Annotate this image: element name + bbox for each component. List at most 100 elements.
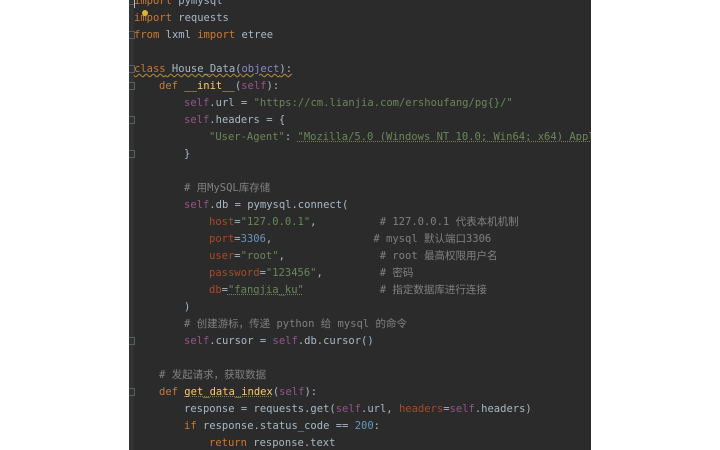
code-token: # 密码	[379, 267, 414, 279]
code-token: ):	[279, 63, 293, 75]
code-token: :	[373, 420, 380, 432]
code-token: :	[284, 131, 298, 143]
code-token: # 发起请求，获取数据	[159, 369, 267, 381]
code-token: 200	[354, 420, 374, 432]
code-text: self.headers = {	[184, 112, 285, 129]
code-token: .url =	[209, 97, 254, 109]
fold-marker-icon[interactable]	[129, 82, 135, 90]
code-line[interactable]	[129, 350, 591, 367]
code-token: "root"	[240, 250, 279, 262]
code-line[interactable]: class House_Data(object):	[129, 61, 591, 78]
code-token: headers	[398, 403, 444, 415]
code-token: .headers = {	[209, 114, 286, 126]
code-token: .cursor =	[209, 335, 273, 347]
code-line[interactable]: # 用MySQL库存储	[129, 180, 591, 197]
code-token: # root 最高权限用户名	[379, 250, 498, 262]
code-line[interactable]: import requests	[129, 10, 591, 27]
code-token: self	[184, 199, 210, 211]
code-line[interactable]: if response.status_code == 200:	[129, 418, 591, 435]
code-token: def	[159, 80, 185, 92]
code-token: )	[184, 301, 191, 313]
code-text: self.url = "https://cm.lianjia.com/ersho…	[184, 95, 513, 112]
code-line[interactable]: password="123456", # 密码	[129, 265, 591, 282]
code-text: db="fangjia_ku" # 指定数据库进行连接	[209, 282, 487, 299]
code-text: port=3306, # mysql 默认端口3306	[209, 231, 491, 248]
code-editor[interactable]: import pymysql import requests from lxml i…	[129, 0, 591, 450]
code-line[interactable]: }	[129, 146, 591, 163]
code-token: self	[449, 403, 475, 415]
code-token: self	[241, 80, 267, 92]
code-line[interactable]: from lxml import etree	[129, 27, 591, 44]
code-token: lxml	[159, 29, 198, 41]
code-token: self	[184, 97, 210, 109]
code-line[interactable]: host="127.0.0.1", # 127.0.0.1 代表本机机制	[129, 214, 591, 231]
code-line[interactable]: port=3306, # mysql 默认端口3306	[129, 231, 591, 248]
code-line[interactable]: db="fangjia_ku" # 指定数据库进行连接	[129, 282, 591, 299]
lightbulb-icon[interactable]	[142, 10, 148, 16]
code-text: password="123456", # 密码	[209, 265, 413, 282]
code-token: self	[272, 335, 298, 347]
code-token: "fangjia_ku"	[227, 284, 304, 296]
code-line[interactable]: return response.text	[129, 435, 591, 450]
code-token: ):	[304, 386, 318, 398]
code-token: "127.0.0.1"	[240, 216, 311, 228]
code-text: # 用MySQL库存储	[184, 180, 270, 197]
code-token: from	[134, 29, 160, 41]
code-line[interactable]: response = requests.get(self.url, header…	[129, 401, 591, 418]
code-token: object	[241, 63, 280, 75]
code-text: host="127.0.0.1", # 127.0.0.1 代表本机机制	[209, 214, 519, 231]
code-text: self.cursor = self.db.cursor()	[184, 333, 374, 350]
code-token: self	[184, 114, 210, 126]
code-text: "User-Agent": "Mozilla/5.0 (Windows NT 1…	[209, 129, 591, 146]
code-line[interactable]: # 发起请求，获取数据	[129, 367, 591, 384]
code-line[interactable]: user="root", # root 最高权限用户名	[129, 248, 591, 265]
code-line[interactable]: def get_data_index(self):	[129, 384, 591, 401]
code-text: }	[184, 146, 190, 163]
code-token: port	[209, 233, 235, 245]
code-text: if response.status_code == 200:	[184, 418, 380, 435]
fold-marker-icon[interactable]	[129, 337, 135, 345]
code-token: if	[184, 420, 203, 432]
fold-marker-icon[interactable]	[129, 388, 135, 396]
fold-marker-icon[interactable]	[129, 116, 135, 124]
code-token: ,	[310, 216, 380, 228]
code-token: .db.cursor()	[297, 335, 374, 347]
code-text: # 发起请求，获取数据	[159, 367, 266, 384]
code-token: etree	[235, 29, 274, 41]
code-token: "User-Agent"	[209, 131, 285, 143]
code-line[interactable]: )	[129, 299, 591, 316]
code-token: def	[159, 386, 185, 398]
code-line[interactable]: self.cursor = self.db.cursor()	[129, 333, 591, 350]
code-line[interactable]: self.url = "https://cm.lianjia.com/ersho…	[129, 95, 591, 112]
code-line[interactable]: # 创建游标，传递 python 给 mysql 的命令	[129, 316, 591, 333]
code-line[interactable]: self.headers = {	[129, 112, 591, 129]
code-token: "123456"	[265, 267, 317, 279]
code-text: import pymysql	[134, 0, 223, 10]
code-token: .db = pymysql.connect(	[209, 199, 349, 211]
code-text: user="root", # root 最高权限用户名	[209, 248, 497, 265]
code-line[interactable]	[129, 44, 591, 61]
code-token: self	[184, 335, 210, 347]
code-text: return response.text	[209, 435, 335, 450]
code-line[interactable]	[129, 163, 591, 180]
code-line[interactable]: import pymysql	[129, 0, 591, 10]
code-token: response.text	[253, 437, 336, 449]
code-line[interactable]: def __init__(self):	[129, 78, 591, 95]
code-token: import	[197, 29, 236, 41]
code-token: class	[134, 63, 166, 75]
code-text: )	[184, 299, 190, 316]
code-token: "https://cm.lianjia.com/ershoufang/pg{}/…	[253, 97, 513, 109]
code-token: ):	[266, 80, 280, 92]
fold-marker-icon[interactable]	[129, 150, 135, 158]
code-token: House_Data(	[165, 63, 242, 75]
code-token: user	[209, 250, 235, 262]
code-line[interactable]: self.db = pymysql.connect(	[129, 197, 591, 214]
code-token: get_data_index	[184, 386, 273, 398]
code-token: # 指定数据库进行连接	[379, 284, 487, 296]
code-line[interactable]: "User-Agent": "Mozilla/5.0 (Windows NT 1…	[129, 129, 591, 146]
code-token: 3306	[240, 233, 266, 245]
code-token: ,	[278, 250, 380, 262]
code-token: host	[209, 216, 235, 228]
code-text: def get_data_index(self):	[159, 384, 317, 401]
code-token: requests	[171, 12, 229, 24]
